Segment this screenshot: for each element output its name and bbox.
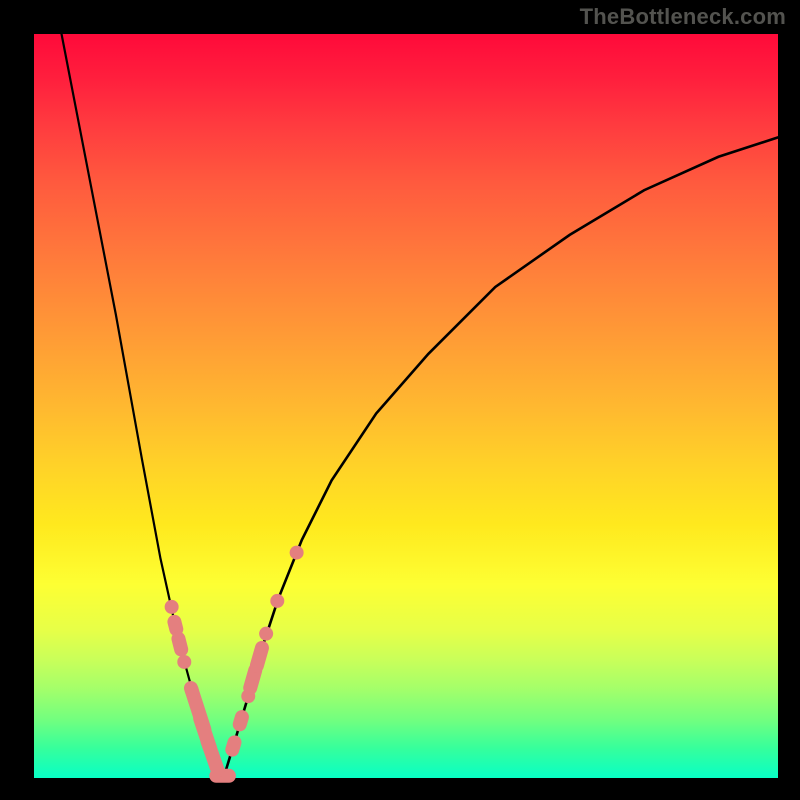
marker-point — [270, 594, 284, 608]
plot-area — [34, 34, 778, 778]
marker-point — [177, 655, 191, 669]
marker-capsule — [231, 708, 251, 733]
chart-svg — [34, 34, 778, 778]
marker-capsule — [224, 734, 244, 759]
marker-capsule — [248, 639, 270, 674]
marker-point — [290, 546, 304, 560]
marker-point — [259, 627, 273, 641]
chart-frame: TheBottleneck.com — [0, 0, 800, 800]
markers-right-group — [224, 546, 304, 759]
marker-capsule — [199, 732, 227, 779]
curve-right-branch — [224, 137, 778, 777]
watermark-text: TheBottleneck.com — [580, 4, 786, 30]
markers-left-group — [165, 600, 227, 779]
curve-left-branch — [62, 34, 224, 777]
marker-point — [165, 600, 179, 614]
